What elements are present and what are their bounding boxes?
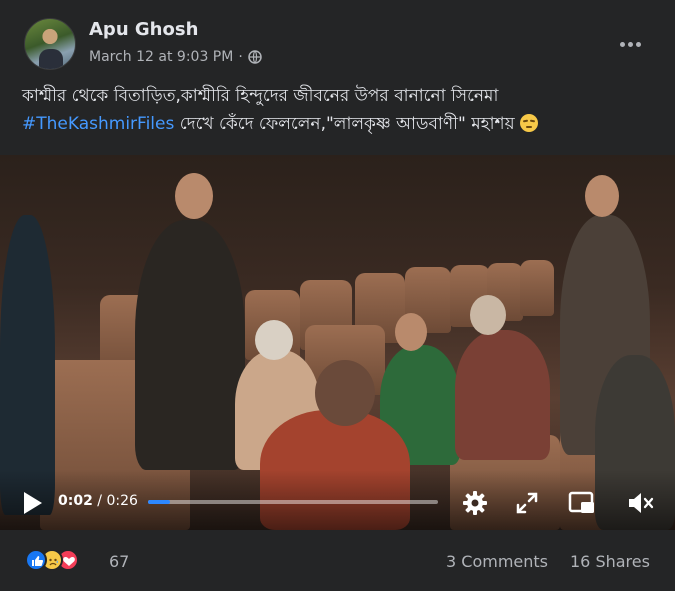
current-time: 0:02 [58, 493, 93, 509]
shares-count-link[interactable]: 16 Shares [570, 552, 650, 571]
author-name[interactable]: Apu Ghosh [89, 19, 198, 40]
hashtag-link[interactable]: #TheKashmirFiles [22, 114, 174, 134]
video-duration: 0:26 [106, 493, 138, 509]
mute-icon[interactable] [625, 488, 655, 518]
reactions-summary[interactable] [25, 549, 79, 571]
comments-count-link[interactable]: 3 Comments [446, 552, 548, 571]
settings-icon[interactable] [460, 488, 490, 518]
caption-line-1: কাশ্মীর থেকে বিতাড়িত,কাশ্মীরি হিন্দুদের… [22, 86, 499, 106]
author-avatar[interactable] [24, 18, 76, 70]
time-separator: / [92, 493, 107, 509]
globe-icon[interactable] [248, 50, 262, 64]
fullscreen-icon[interactable] [512, 488, 542, 518]
meta-separator: · [238, 49, 243, 65]
picture-in-picture-icon[interactable] [567, 488, 597, 518]
like-icon [25, 549, 47, 571]
video-progress-fill [148, 500, 171, 504]
post-meta: March 12 at 9:03 PM · [89, 49, 262, 65]
play-icon[interactable] [22, 491, 44, 515]
more-options-icon[interactable] [614, 30, 646, 58]
post-timestamp[interactable]: March 12 at 9:03 PM [89, 49, 233, 65]
video-progress-bar[interactable] [148, 500, 438, 504]
reaction-count[interactable]: 67 [109, 552, 129, 571]
pensive-face-icon [520, 114, 538, 132]
caption-line-2: দেখে কেঁদে ফেললেন,"লালকৃষ্ণ আডবাণী" মহাশ… [174, 114, 520, 134]
post-header: Apu Ghosh March 12 at 9:03 PM · [0, 0, 675, 80]
video-time: 0:02 / 0:26 [58, 493, 138, 509]
post-caption: কাশ্মীর থেকে বিতাড়িত,কাশ্মীরি হিন্দুদের… [22, 82, 662, 138]
